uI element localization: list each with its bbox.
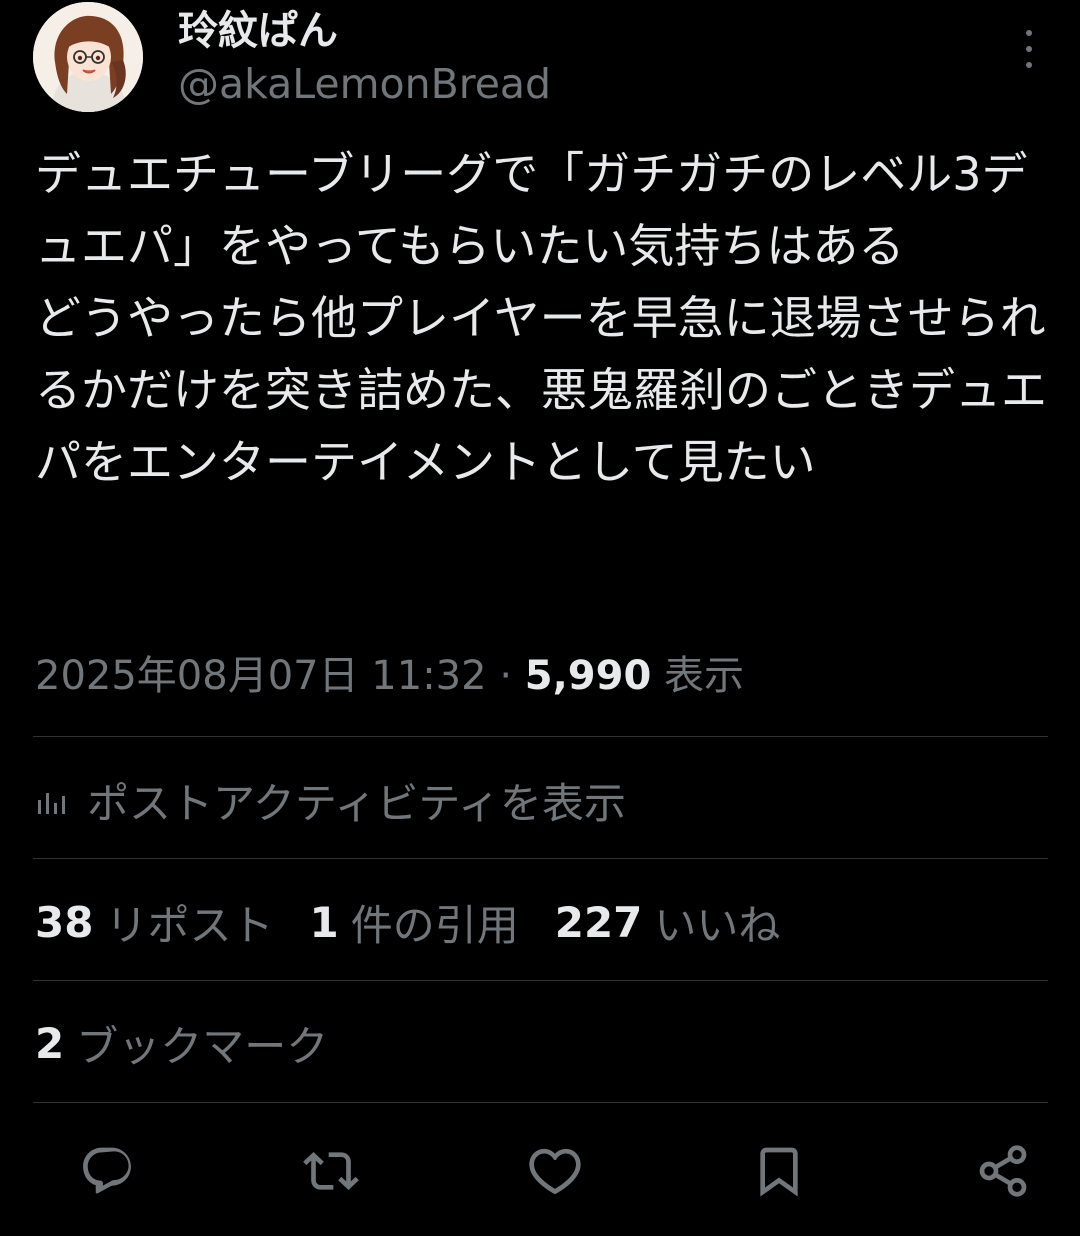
timestamp[interactable]: 2025年08月07日 11:32 xyxy=(35,653,487,699)
quotes-label: 件の引用 xyxy=(350,900,519,950)
action-bar xyxy=(75,1136,1035,1206)
divider xyxy=(33,980,1048,981)
tweet-text: デュエチューブリーグで「ガチガチのレベル3デュエパ」をやってもらいたい気持ちはあ… xyxy=(35,147,1047,489)
share-button[interactable] xyxy=(971,1139,1035,1203)
bookmarks-label: ブックマーク xyxy=(76,1021,329,1071)
reposts-label: リポスト xyxy=(105,900,274,950)
reply-button[interactable] xyxy=(75,1139,139,1203)
avatar[interactable] xyxy=(33,2,143,112)
reposts-stat[interactable]: 38 リポスト xyxy=(35,892,273,953)
meta-separator: · xyxy=(499,653,513,699)
bookmarks-stat[interactable]: 2 ブックマーク xyxy=(35,1013,364,1073)
views-label: 表示 xyxy=(664,653,744,699)
reply-icon xyxy=(83,1147,131,1194)
bar-chart-icon xyxy=(38,793,65,814)
likes-label: いいね xyxy=(654,900,781,950)
share-icon xyxy=(979,1145,1027,1197)
tweet-header: 玲紋ぱん @akaLemonBread xyxy=(33,2,1048,114)
user-handle[interactable]: @akaLemonBread xyxy=(178,60,551,108)
bookmarks-count: 2 xyxy=(35,1018,65,1068)
like-button[interactable] xyxy=(523,1139,587,1203)
likes-stat[interactable]: 227 いいね xyxy=(555,892,781,953)
reposts-count: 38 xyxy=(35,897,94,947)
divider xyxy=(33,736,1048,737)
retweet-button[interactable] xyxy=(299,1139,363,1203)
bookmark-button[interactable] xyxy=(747,1139,811,1203)
retweet-icon xyxy=(303,1152,359,1190)
quotes-count: 1 xyxy=(309,897,339,947)
more-options-icon[interactable] xyxy=(1020,30,1038,68)
tweet-meta: 2025年08月07日 11:32 · 5,990 表示 xyxy=(35,646,744,706)
display-name[interactable]: 玲紋ぱん xyxy=(178,8,338,54)
divider xyxy=(33,1102,1048,1103)
views-count: 5,990 xyxy=(524,653,652,699)
like-icon xyxy=(529,1148,581,1195)
avatar-anime-girl-icon xyxy=(33,2,143,112)
post-activity-label: ポストアクティビティを表示 xyxy=(87,778,626,828)
engagement-stats: 38 リポスト 1 件の引用 227 いいね xyxy=(35,892,816,952)
quotes-stat[interactable]: 1 件の引用 xyxy=(309,892,518,953)
bookmark-icon xyxy=(760,1147,798,1197)
post-activity-link[interactable]: ポストアクティビティを表示 xyxy=(35,770,626,830)
likes-count: 227 xyxy=(554,897,643,947)
divider xyxy=(33,858,1048,859)
